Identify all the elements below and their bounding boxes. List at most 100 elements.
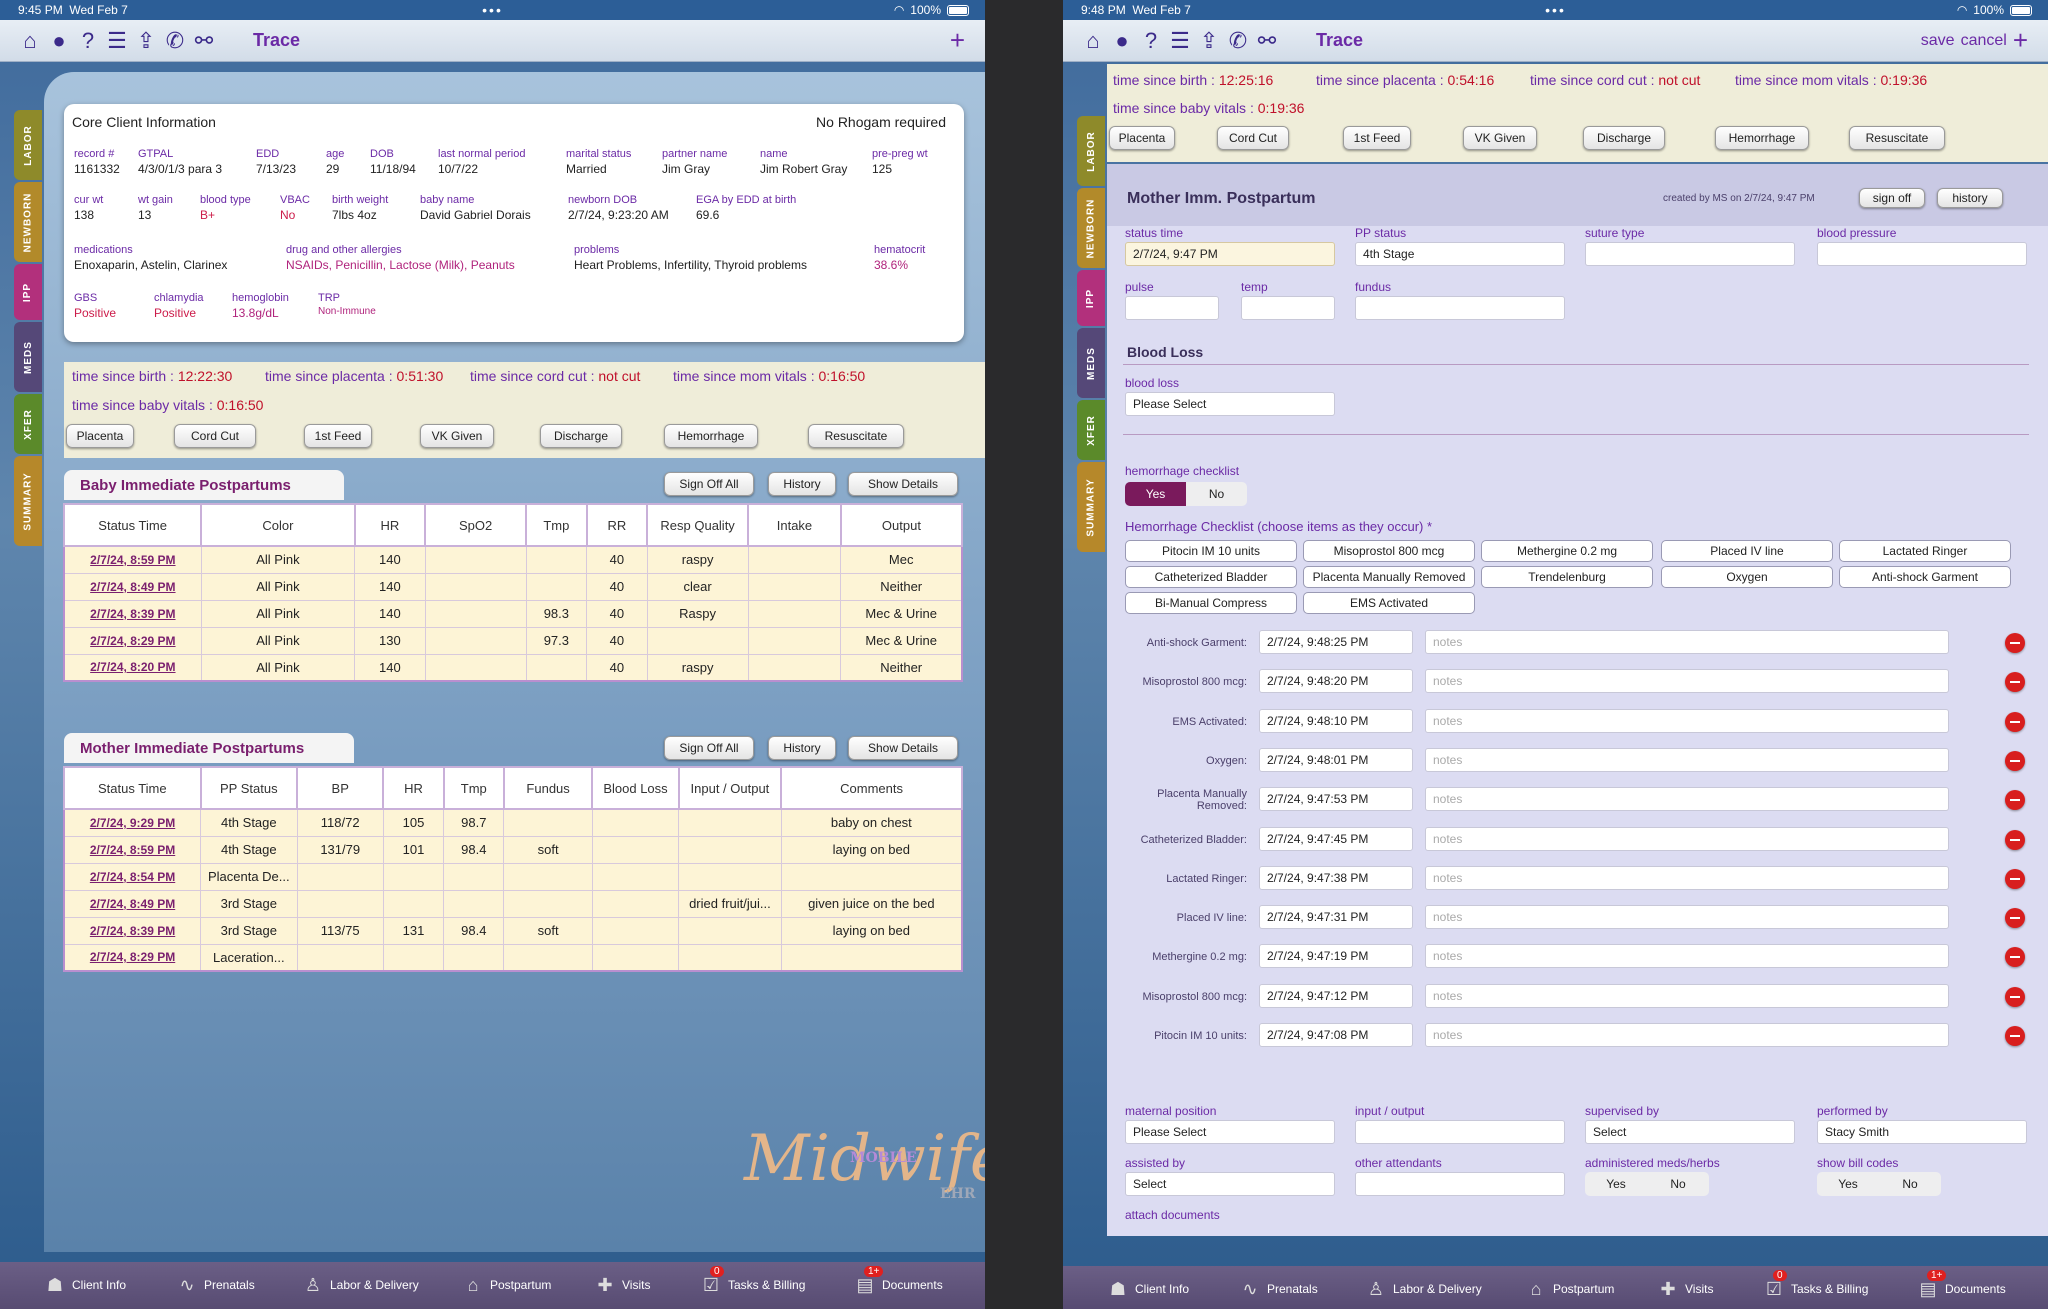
home-icon[interactable]: ⌂ bbox=[1081, 28, 1105, 53]
tab-labor[interactable]: LABOR bbox=[1077, 116, 1105, 186]
action-1st-feed-button[interactable]: 1st Feed bbox=[304, 424, 372, 448]
table-row[interactable]: 2/7/24, 8:20 PM All Pink 140 40 raspy Neither bbox=[63, 653, 963, 682]
remove-entry-icon[interactable] bbox=[2005, 790, 2025, 811]
mother-show-details-button[interactable]: Show Details bbox=[848, 736, 958, 760]
remove-entry-icon[interactable] bbox=[2005, 750, 2025, 771]
remove-entry-icon[interactable] bbox=[2005, 829, 2025, 850]
bill-no-option[interactable]: No bbox=[1879, 1172, 1941, 1196]
log-entry-notes[interactable]: notes bbox=[1425, 708, 1949, 733]
list-icon[interactable]: ☰ bbox=[105, 28, 129, 53]
other-attendants-input[interactable] bbox=[1355, 1172, 1565, 1196]
tab-newborn[interactable]: NEWBORN bbox=[1077, 188, 1105, 268]
add-icon[interactable]: + bbox=[950, 25, 965, 56]
nav-client-info[interactable]: ☗ Client Info bbox=[1107, 1278, 1189, 1300]
maternal-position-select[interactable]: Please Select bbox=[1125, 1120, 1335, 1144]
log-entry-time[interactable]: 2/7/24, 9:48:10 PM bbox=[1259, 708, 1413, 733]
action-resuscitate-button[interactable]: Resuscitate bbox=[1849, 126, 1945, 150]
phone-icon[interactable]: ✆ bbox=[1226, 28, 1250, 53]
remove-entry-icon[interactable] bbox=[2005, 986, 2025, 1007]
action-discharge-button[interactable]: Discharge bbox=[1583, 126, 1665, 150]
nav-labor-delivery[interactable]: ♙ Labor & Delivery bbox=[302, 1274, 419, 1296]
column-header[interactable]: Status Time bbox=[63, 766, 202, 810]
baby-sign-off-all-button[interactable]: Sign Off All bbox=[664, 472, 754, 496]
tab-ipp[interactable]: IPP bbox=[1077, 270, 1105, 326]
nav-tasks-billing[interactable]: ☑ 0 Tasks & Billing bbox=[1763, 1270, 1868, 1300]
log-entry-notes[interactable]: notes bbox=[1425, 944, 1949, 969]
status-time-link[interactable]: 2/7/24, 8:29 PM bbox=[63, 943, 202, 972]
column-header[interactable]: SpO2 bbox=[424, 503, 528, 547]
action-placenta-button[interactable]: Placenta bbox=[66, 424, 134, 448]
blood-pressure-input[interactable] bbox=[1817, 242, 2027, 266]
phone-icon[interactable]: ✆ bbox=[163, 28, 187, 53]
meds-no-option[interactable]: No bbox=[1647, 1172, 1709, 1196]
nav-visits[interactable]: ✚ Visits bbox=[594, 1274, 650, 1296]
add-icon[interactable]: + bbox=[2013, 25, 2028, 56]
column-header[interactable]: Fundus bbox=[502, 766, 594, 810]
tab-xfer[interactable]: XFER bbox=[1077, 400, 1105, 460]
column-header[interactable]: Tmp bbox=[525, 503, 588, 547]
nav-documents[interactable]: ▤ 1+ Documents bbox=[1917, 1270, 2006, 1300]
mother-history-button[interactable]: History bbox=[768, 736, 836, 760]
checklist-item[interactable]: Bi-Manual Compress bbox=[1125, 592, 1297, 614]
table-row[interactable]: 2/7/24, 8:29 PM Laceration... bbox=[63, 943, 963, 972]
log-entry-time[interactable]: 2/7/24, 9:48:20 PM bbox=[1259, 669, 1413, 694]
checklist-item[interactable]: Anti-shock Garment bbox=[1839, 566, 2011, 588]
help-icon[interactable]: ? bbox=[1139, 28, 1163, 53]
assisted-by-select[interactable]: Select bbox=[1125, 1172, 1335, 1196]
tab-labor[interactable]: LABOR bbox=[14, 110, 42, 180]
log-entry-notes[interactable]: notes bbox=[1425, 747, 1949, 772]
share-icon[interactable]: ⇪ bbox=[1197, 28, 1221, 53]
log-entry-time[interactable]: 2/7/24, 9:48:01 PM bbox=[1259, 747, 1413, 772]
history-button[interactable]: history bbox=[1937, 188, 2003, 208]
column-header[interactable]: Tmp bbox=[442, 766, 505, 810]
pp-status-select[interactable]: 4th Stage bbox=[1355, 242, 1565, 266]
multitask-dots-right[interactable]: ••• bbox=[1545, 2, 1566, 18]
column-header[interactable]: Intake bbox=[747, 503, 842, 547]
link-icon[interactable]: ⚯ bbox=[192, 28, 216, 53]
temp-input[interactable] bbox=[1241, 296, 1335, 320]
status-time-link[interactable]: 2/7/24, 8:49 PM bbox=[63, 572, 202, 601]
log-entry-notes[interactable]: notes bbox=[1425, 865, 1949, 890]
table-row[interactable]: 2/7/24, 8:29 PM All Pink 130 97.3 40 Mec & Ur… bbox=[63, 626, 963, 655]
action-1st-feed-button[interactable]: 1st Feed bbox=[1343, 126, 1411, 150]
nav-visits[interactable]: ✚ Visits bbox=[1657, 1278, 1713, 1300]
log-entry-notes[interactable]: notes bbox=[1425, 669, 1949, 694]
action-discharge-button[interactable]: Discharge bbox=[540, 424, 622, 448]
chat-icon[interactable]: ● bbox=[1110, 28, 1134, 53]
table-row[interactable]: 2/7/24, 8:54 PM Placenta De... bbox=[63, 862, 963, 891]
nav-postpartum[interactable]: ⌂ Postpartum bbox=[462, 1274, 552, 1296]
log-entry-time[interactable]: 2/7/24, 9:47:31 PM bbox=[1259, 905, 1413, 930]
remove-entry-icon[interactable] bbox=[2005, 947, 2025, 968]
remove-entry-icon[interactable] bbox=[2005, 711, 2025, 732]
log-entry-time[interactable]: 2/7/24, 9:47:38 PM bbox=[1259, 865, 1413, 890]
log-entry-notes[interactable]: notes bbox=[1425, 630, 1949, 654]
remove-entry-icon[interactable] bbox=[2005, 908, 2025, 929]
column-header[interactable]: BP bbox=[296, 766, 385, 810]
checklist-item[interactable]: Placed IV line bbox=[1661, 540, 1833, 562]
action-cord-cut-button[interactable]: Cord Cut bbox=[174, 424, 256, 448]
blood-loss-select[interactable]: Please Select bbox=[1125, 392, 1335, 416]
tab-summary[interactable]: SUMMARY bbox=[14, 456, 42, 546]
share-icon[interactable]: ⇪ bbox=[134, 28, 158, 53]
column-header[interactable]: Comments bbox=[780, 766, 963, 810]
action-cord-cut-button[interactable]: Cord Cut bbox=[1217, 126, 1289, 150]
column-header[interactable]: Output bbox=[839, 503, 964, 547]
column-header[interactable]: Resp Quality bbox=[646, 503, 750, 547]
column-header[interactable]: Blood Loss bbox=[591, 766, 680, 810]
status-time-link[interactable]: 2/7/24, 8:59 PM bbox=[63, 835, 202, 864]
nav-tasks-billing[interactable]: ☑ 0 Tasks & Billing bbox=[700, 1266, 805, 1296]
column-header[interactable]: Status Time bbox=[62, 503, 203, 547]
status-time-link[interactable]: 2/7/24, 8:49 PM bbox=[63, 889, 202, 918]
action-hemorrhage-button[interactable]: Hemorrhage bbox=[1715, 126, 1809, 150]
nav-prenatals[interactable]: ∿ Prenatals bbox=[1239, 1278, 1317, 1300]
action-vk-given-button[interactable]: VK Given bbox=[1463, 126, 1537, 150]
action-vk-given-button[interactable]: VK Given bbox=[420, 424, 494, 448]
log-entry-notes[interactable]: notes bbox=[1425, 905, 1949, 930]
log-entry-time[interactable]: 2/7/24, 9:47:12 PM bbox=[1259, 983, 1413, 1008]
cancel-button[interactable]: cancel bbox=[1961, 32, 2007, 50]
tab-summary[interactable]: SUMMARY bbox=[1077, 462, 1105, 552]
nav-labor-delivery[interactable]: ♙ Labor & Delivery bbox=[1365, 1278, 1482, 1300]
checklist-item[interactable]: Methergine 0.2 mg bbox=[1481, 540, 1653, 562]
status-time-link[interactable]: 2/7/24, 8:59 PM bbox=[63, 545, 202, 574]
log-entry-time[interactable]: 2/7/24, 9:47:53 PM bbox=[1259, 787, 1413, 812]
